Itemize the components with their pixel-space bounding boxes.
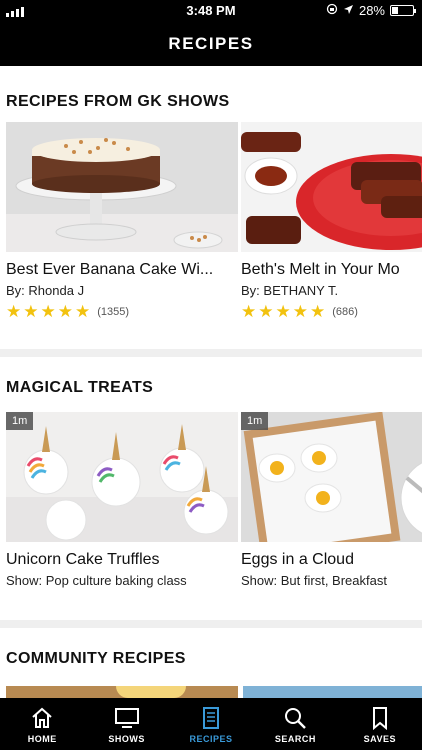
tab-label: SEARCH [274,734,316,744]
tab-search[interactable]: SEARCH [253,698,337,750]
tab-saves[interactable]: SAVES [338,698,422,750]
rating-count: (686) [332,305,358,318]
duration-badge: 1m [241,412,269,430]
star-icon: ★ [75,302,91,321]
section-title: COMMUNITY RECIPES [6,650,186,667]
tab-label: SAVES [363,734,396,744]
star-icon: ★ [275,302,291,321]
star-icon: ★ [292,302,308,321]
page-title: RECIPES [0,22,422,66]
recipe-author: By: Rhonda J [6,283,238,298]
bookmark-icon [372,707,387,730]
rating-count: (1355) [97,305,130,318]
star-icon: ★ [40,302,56,321]
video-title[interactable]: Eggs in a Cloud [241,551,422,569]
duration-badge: 1m [6,412,34,430]
video-card[interactable]: 1m Unicorn Cake Truffles Show: Pop cultu… [6,412,238,588]
star-icon: ★ [57,302,73,321]
star-icon: ★ [241,302,257,321]
author-prefix: By: [6,283,25,298]
location-icon [343,3,354,18]
tab-home[interactable]: HOME [0,698,84,750]
star-icon: ★ [6,302,22,321]
recipe-card[interactable]: Best Ever Banana Cake Wi... By: Rhonda J… [6,122,238,320]
recipe-author: By: BETHANY T. [241,283,422,298]
star-icon: ★ [310,302,326,321]
recipe-image-community-2[interactable] [243,686,422,698]
status-bar: 3:48 PM 28% [0,0,422,22]
recipe-title[interactable]: Beth's Melt in Your Mo [241,261,422,279]
tab-label: RECIPES [189,734,233,744]
star-icon: ★ [23,302,39,321]
show-name: Show: But first, Breakfast [241,573,422,588]
recipe-title[interactable]: Best Ever Banana Cake Wi... [6,261,238,279]
author-name: BETHANY T. [263,283,339,298]
tab-shows[interactable]: SHOWS [84,698,168,750]
author-name: Rhonda J [28,283,85,298]
tab-bar: HOME SHOWS RECIPES SEARCH SAVES [0,698,422,750]
show-prefix: Show: [6,573,43,588]
show-title: But first, Breakfast [280,573,387,588]
star-icon: ★ [258,302,274,321]
rating: ★ ★ ★ ★ ★ (1355) [6,303,238,320]
recipes-feed[interactable]: RECIPES FROM GK SHOWS Best Ever Banana C… [0,66,422,698]
show-prefix: Show: [241,573,278,588]
search-icon [285,708,307,729]
show-title: Pop culture baking class [45,573,187,588]
section-magical-treats: MAGICAL TREATS 1m Unicorn Cake Truffles … [0,357,422,620]
section-community-recipes: COMMUNITY RECIPES [0,628,422,698]
video-thumbnail-eggs-in-cloud: 1m [241,412,422,542]
rotation-lock-icon [326,3,338,18]
recipe-image-community-1[interactable] [6,686,238,698]
recipe-image-ribs [241,122,422,252]
rating: ★ ★ ★ ★ ★ (686) [241,303,422,320]
recipe-book-icon [203,707,220,729]
tv-icon [114,708,139,728]
tab-label: SHOWS [108,734,145,744]
tab-label: HOME [27,734,57,744]
battery-percent: 28% [358,3,385,18]
home-icon [32,707,52,728]
show-name: Show: Pop culture baking class [6,573,238,588]
section-gk-shows: RECIPES FROM GK SHOWS Best Ever Banana C… [0,66,422,349]
recipe-card[interactable]: Beth's Melt in Your Mo By: BETHANY T. ★ … [241,122,422,320]
battery-icon [390,5,416,16]
tab-recipes[interactable]: RECIPES [169,698,253,750]
video-card[interactable]: 1m Eggs in a Cloud Show: But first, Brea… [241,412,422,588]
section-title: RECIPES FROM GK SHOWS [6,93,230,110]
video-title[interactable]: Unicorn Cake Truffles [6,551,238,569]
recipe-image-banana-cake [6,122,238,252]
author-prefix: By: [241,283,260,298]
video-thumbnail-unicorn-truffles: 1m [6,412,238,542]
section-title: MAGICAL TREATS [6,379,154,396]
